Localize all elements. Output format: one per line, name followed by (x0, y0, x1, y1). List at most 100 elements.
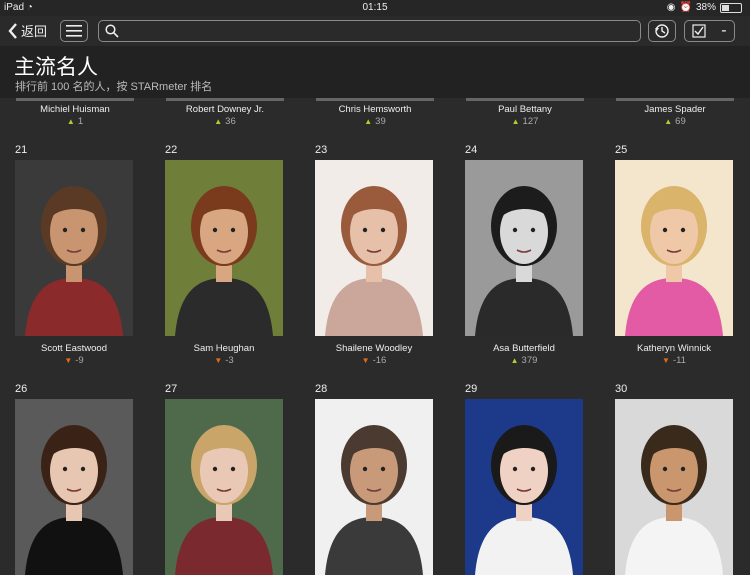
rank-number: 25 (615, 144, 628, 156)
rank-change-value: -3 (225, 355, 234, 366)
rank-change-value: -9 (75, 355, 84, 366)
celebrity-name: Katheryn Winnick (637, 343, 711, 354)
rank-change-value: 1 (77, 116, 84, 127)
celebrity-card[interactable]: 28 (315, 383, 445, 575)
up-arrow-icon: ▲ (511, 117, 520, 126)
lock-rotation-icon: ◉ (666, 2, 676, 13)
battery-percent: 38% (695, 2, 716, 13)
celebrity-card[interactable]: 29 (465, 383, 595, 575)
celebrity-card[interactable]: 27 (165, 383, 295, 575)
down-arrow-icon: ▼ (662, 356, 670, 365)
celebrity-caption: Katheryn Winnick ▼ -11 (615, 340, 733, 366)
celebrity-photo (316, 98, 434, 101)
celebrity-name: James Spader (644, 104, 706, 115)
watchlist-count: - (721, 22, 727, 39)
down-arrow-icon: ▼ (361, 356, 370, 365)
menu-button[interactable] (60, 20, 88, 42)
status-time: 01:15 (362, 2, 388, 13)
rank-change-value: -11 (672, 355, 686, 366)
celebrity-photo[interactable] (465, 399, 583, 575)
page-header: 主流名人 排行前 100 名的人，按 STARmeter 排名 (0, 46, 750, 98)
celebrity-card[interactable]: 23 Shailene Woodley ▼ -16 (315, 144, 445, 366)
celebrity-card[interactable]: 30 (615, 383, 745, 575)
back-button[interactable]: 返回 (8, 21, 47, 40)
up-arrow-icon: ▲ (364, 117, 373, 126)
celebrity-photo (466, 98, 584, 101)
rank-change: ▲ 1 (0, 116, 150, 127)
celebrity-card[interactable]: 26 (15, 383, 145, 575)
up-arrow-icon: ▲ (664, 117, 673, 126)
rank-change: ▲ 127 (450, 116, 600, 127)
celebrity-card[interactable]: 25 Katheryn Winnick ▼ -11 (615, 144, 745, 366)
celebrity-photo (166, 98, 284, 101)
page-title: 主流名人 (14, 56, 98, 79)
chevron-left-icon (8, 22, 17, 39)
alarm-icon: ⏰ (679, 2, 692, 13)
rank-number: 28 (315, 383, 328, 395)
rank-number: 30 (615, 383, 628, 395)
rank-change: ▼ -3 (165, 355, 283, 366)
down-arrow-icon: ▼ (64, 356, 73, 365)
up-arrow-icon: ▲ (66, 117, 75, 126)
celebrity-photo[interactable] (15, 160, 133, 336)
celebrity-card[interactable]: Chris Hemsworth ▲ 39 (300, 98, 450, 127)
celebrity-caption: Shailene Woodley ▼ -16 (315, 340, 433, 366)
up-arrow-icon: ▲ (214, 117, 223, 126)
toolbar: 返回 - (0, 16, 750, 46)
rank-change-value: 36 (225, 116, 236, 127)
rank-number: 24 (465, 144, 478, 156)
rank-number: 22 (165, 144, 178, 156)
watchlist-button[interactable]: - (684, 20, 735, 42)
rank-change: ▲ 39 (300, 116, 450, 127)
celebrity-photo (16, 98, 134, 101)
celebrity-photo[interactable] (165, 160, 283, 336)
celebrity-card[interactable]: Robert Downey Jr. ▲ 36 (150, 98, 300, 127)
rank-number: 26 (15, 383, 28, 395)
rank-change-value: -16 (372, 355, 387, 366)
page-subtitle: 排行前 100 名的人，按 STARmeter 排名 (15, 81, 213, 93)
rank-number: 29 (465, 383, 478, 395)
celebrity-caption: Scott Eastwood ▼ -9 (15, 340, 133, 366)
celebrity-photo[interactable] (315, 399, 433, 575)
celebrity-photo[interactable] (315, 160, 433, 336)
search-input[interactable] (125, 23, 629, 41)
celebrity-card[interactable]: Paul Bettany ▲ 127 (450, 98, 600, 127)
rank-change: ▼ -11 (615, 355, 733, 366)
celebrity-name: Scott Eastwood (40, 343, 107, 354)
back-label: 返回 (21, 24, 48, 39)
rank-change-value: 69 (675, 116, 686, 127)
celebrity-photo[interactable] (465, 160, 583, 336)
celebrity-name: Chris Hemsworth (338, 104, 412, 115)
previous-row: Michiel Huisman ▲ 1 Robert Downey Jr. ▲ 36 Chr… (0, 98, 750, 128)
watchlist-check-icon (692, 24, 707, 38)
celebrity-caption: Asa Butterfield ▲ 379 (465, 340, 583, 366)
search-bar[interactable] (98, 20, 641, 42)
rank-change: ▲ 36 (150, 116, 300, 127)
hamburger-menu-icon (66, 25, 82, 37)
rank-change-value: 379 (521, 355, 538, 366)
down-arrow-icon: ▼ (214, 356, 223, 365)
battery-icon (720, 2, 742, 13)
search-icon (105, 24, 119, 38)
rank-change-value: 39 (375, 116, 386, 127)
celebrity-photo[interactable] (615, 399, 733, 575)
celebrity-name: Robert Downey Jr. (185, 104, 265, 115)
rank-change: ▲ 379 (465, 355, 583, 366)
up-arrow-icon: ▲ (510, 356, 519, 365)
celebrity-card[interactable]: James Spader ▲ 69 (600, 98, 750, 127)
celebrity-name: Paul Bettany (498, 104, 552, 115)
rank-change: ▲ 69 (600, 116, 750, 127)
celebrity-photo[interactable] (615, 160, 733, 336)
rank-change: ▼ -16 (315, 355, 433, 366)
celebrity-card[interactable]: 24 Asa Butterfield ▲ 379 (465, 144, 595, 366)
celebrity-card[interactable]: 22 Sam Heughan ▼ -3 (165, 144, 295, 366)
history-button[interactable] (648, 20, 676, 42)
status-right: ◉ ⏰ 38% (667, 2, 742, 13)
history-icon (655, 24, 669, 38)
celebrity-photo[interactable] (165, 399, 283, 575)
celebrity-card[interactable]: Michiel Huisman ▲ 1 (0, 98, 150, 127)
celebrity-name: Shailene Woodley (335, 343, 413, 354)
celebrity-card[interactable]: 21 Scott Eastwood ▼ -9 (15, 144, 145, 366)
celebrity-photo[interactable] (15, 399, 133, 575)
rank-number: 21 (15, 144, 28, 156)
